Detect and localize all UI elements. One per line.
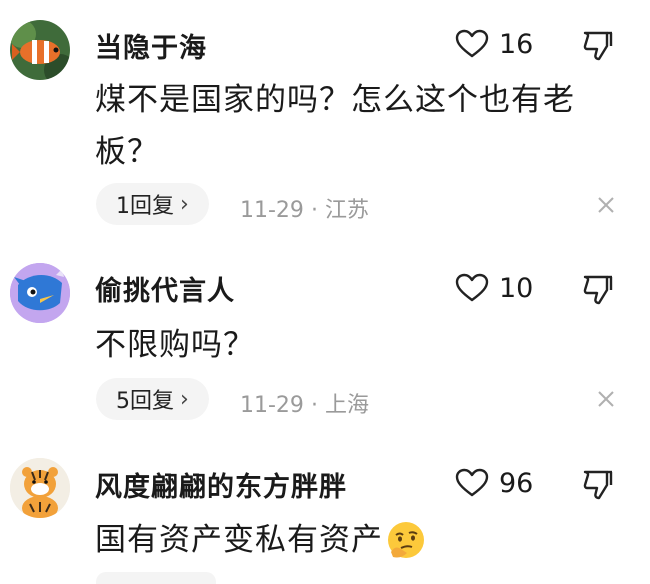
dislike-button[interactable] <box>581 28 615 62</box>
like-button[interactable]: 96 <box>455 466 533 500</box>
username[interactable]: 偷挑代言人 <box>95 269 235 308</box>
heart-icon <box>455 273 489 302</box>
username[interactable]: 当隐于海 <box>95 26 207 65</box>
comment-location: 上海 <box>324 393 369 418</box>
meta-separator: · <box>310 198 318 223</box>
like-count: 96 <box>499 467 534 499</box>
comment-date: 11-29 <box>240 393 304 418</box>
comment-text-content: 国有资产变私有资产 <box>95 522 383 558</box>
like-button[interactable]: 10 <box>455 271 533 305</box>
reply-button-partial <box>96 572 216 584</box>
chevron-right-icon: › <box>180 191 189 217</box>
close-icon <box>598 391 614 407</box>
reply-count-label: 5回复 <box>116 389 174 414</box>
comment-text-content: 不限购吗？ <box>95 327 255 363</box>
comment-text: 不限购吗？ <box>95 319 615 371</box>
meta-separator: · <box>310 393 318 418</box>
comment-location: 江苏 <box>324 198 369 223</box>
chevron-right-icon: › <box>180 386 189 412</box>
user-avatar[interactable] <box>10 20 70 80</box>
reply-count-button[interactable]: 1回复 › <box>96 183 209 225</box>
comment-text: 煤不是国家的吗？怎么这个也有老板？ <box>95 74 615 178</box>
like-count: 10 <box>499 272 534 304</box>
comment-meta: 11-29 · 江苏 <box>240 192 369 224</box>
dislike-button[interactable] <box>581 272 615 306</box>
comment-meta: 11-29 · 上海 <box>240 387 369 419</box>
close-button[interactable] <box>594 387 618 411</box>
comment-text-content: 煤不是国家的吗？怎么这个也有老板？ <box>95 82 575 170</box>
tiger-avatar-icon <box>10 458 70 518</box>
heart-icon <box>455 29 489 58</box>
comment-date: 11-29 <box>240 198 304 223</box>
thinking-face-emoji-icon <box>388 522 424 558</box>
blue-fish-avatar-icon <box>10 263 70 323</box>
like-button[interactable]: 16 <box>455 27 533 61</box>
like-count: 16 <box>499 28 534 60</box>
dislike-button[interactable] <box>581 467 615 501</box>
clownfish-avatar-icon <box>10 20 70 80</box>
comment-text: 国有资产变私有资产 <box>95 514 615 566</box>
username[interactable]: 风度翩翩的东方胖胖 <box>95 465 347 504</box>
thumbs-down-icon <box>583 31 613 61</box>
reply-count-button[interactable]: 5回复 › <box>96 378 209 420</box>
user-avatar[interactable] <box>10 263 70 323</box>
thumbs-down-icon <box>583 275 613 305</box>
user-avatar[interactable] <box>10 458 70 518</box>
close-button[interactable] <box>594 193 618 217</box>
reply-count-label: 1回复 <box>116 194 174 219</box>
thumbs-down-icon <box>583 470 613 500</box>
heart-icon <box>455 468 489 497</box>
close-icon <box>598 197 614 213</box>
